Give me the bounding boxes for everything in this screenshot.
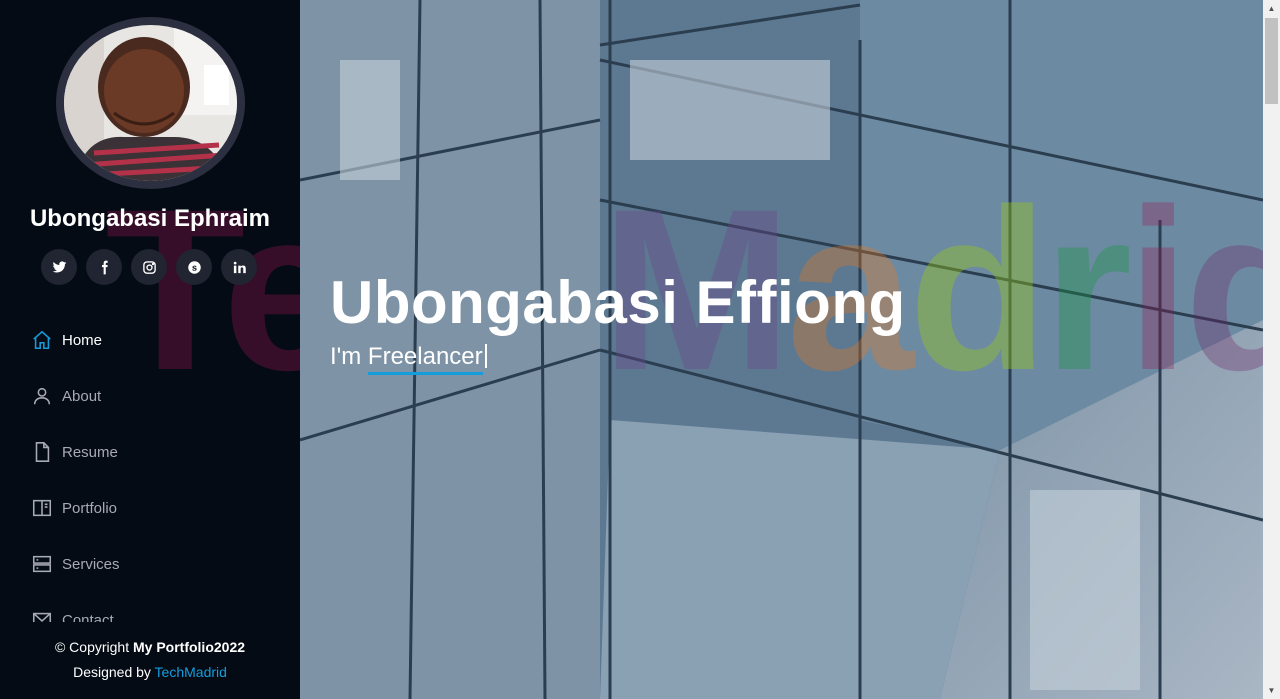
copyright-brand: My Portfolio2022 [132,639,246,655]
typed-cursor [484,344,487,368]
envelope-icon [32,612,52,622]
social-links [41,249,257,285]
scroll-up-arrow-icon[interactable]: ▲ [1263,0,1280,17]
nav-item-label: Portfolio [62,499,118,517]
avatar [64,25,237,181]
home-icon [33,330,51,350]
book-icon [32,499,52,517]
nav-item-contact[interactable]: Contact [0,592,300,622]
nav-item-services[interactable]: Services [0,536,300,592]
nav-menu: Home About Resume Portfolio Services Con… [0,312,300,622]
designed-by: Designed by TechMadrid [0,664,300,680]
sidebar: Tech Ubongabasi Ephraim Home About [0,0,300,699]
facebook-icon[interactable] [86,249,122,285]
nav-item-label: Contact [62,611,114,623]
nav-item-about[interactable]: About [0,368,300,424]
server-icon [32,555,52,573]
hero-section: TechMadrid Ubongabasi Effiong I'm Freela… [300,0,1263,699]
hero-subtitle: I'm Freelancer [330,343,487,375]
twitter-icon[interactable] [41,249,77,285]
hero-subtitle-prefix: I'm [330,343,362,370]
designer-link[interactable]: TechMadrid [155,664,227,680]
scroll-down-arrow-icon[interactable]: ▼ [1263,682,1280,699]
nav-item-label: About [62,387,102,405]
typed-text: Freelancer [367,343,483,375]
person-icon [33,387,51,405]
copyright-prefix: © Copyright [54,639,130,655]
nav-item-label: Resume [62,443,118,461]
instagram-icon[interactable] [131,249,167,285]
nav-item-label: Home [62,331,103,349]
designed-prefix: Designed by [73,664,151,680]
nav-item-label: Services [62,555,120,573]
profile-name: Ubongabasi Ephraim [29,205,271,232]
hero-title: Ubongabasi Effiong [330,269,906,336]
file-icon [35,442,50,462]
skype-icon[interactable] [176,249,212,285]
scroll-thumb[interactable] [1265,18,1278,104]
linkedin-icon[interactable] [221,249,257,285]
page-scrollbar[interactable]: ▲ ▼ [1263,0,1280,699]
nav-item-home[interactable]: Home [0,312,300,368]
nav-item-resume[interactable]: Resume [0,424,300,480]
nav-item-portfolio[interactable]: Portfolio [0,480,300,536]
copyright: © Copyright My Portfolio2022 [0,639,300,655]
